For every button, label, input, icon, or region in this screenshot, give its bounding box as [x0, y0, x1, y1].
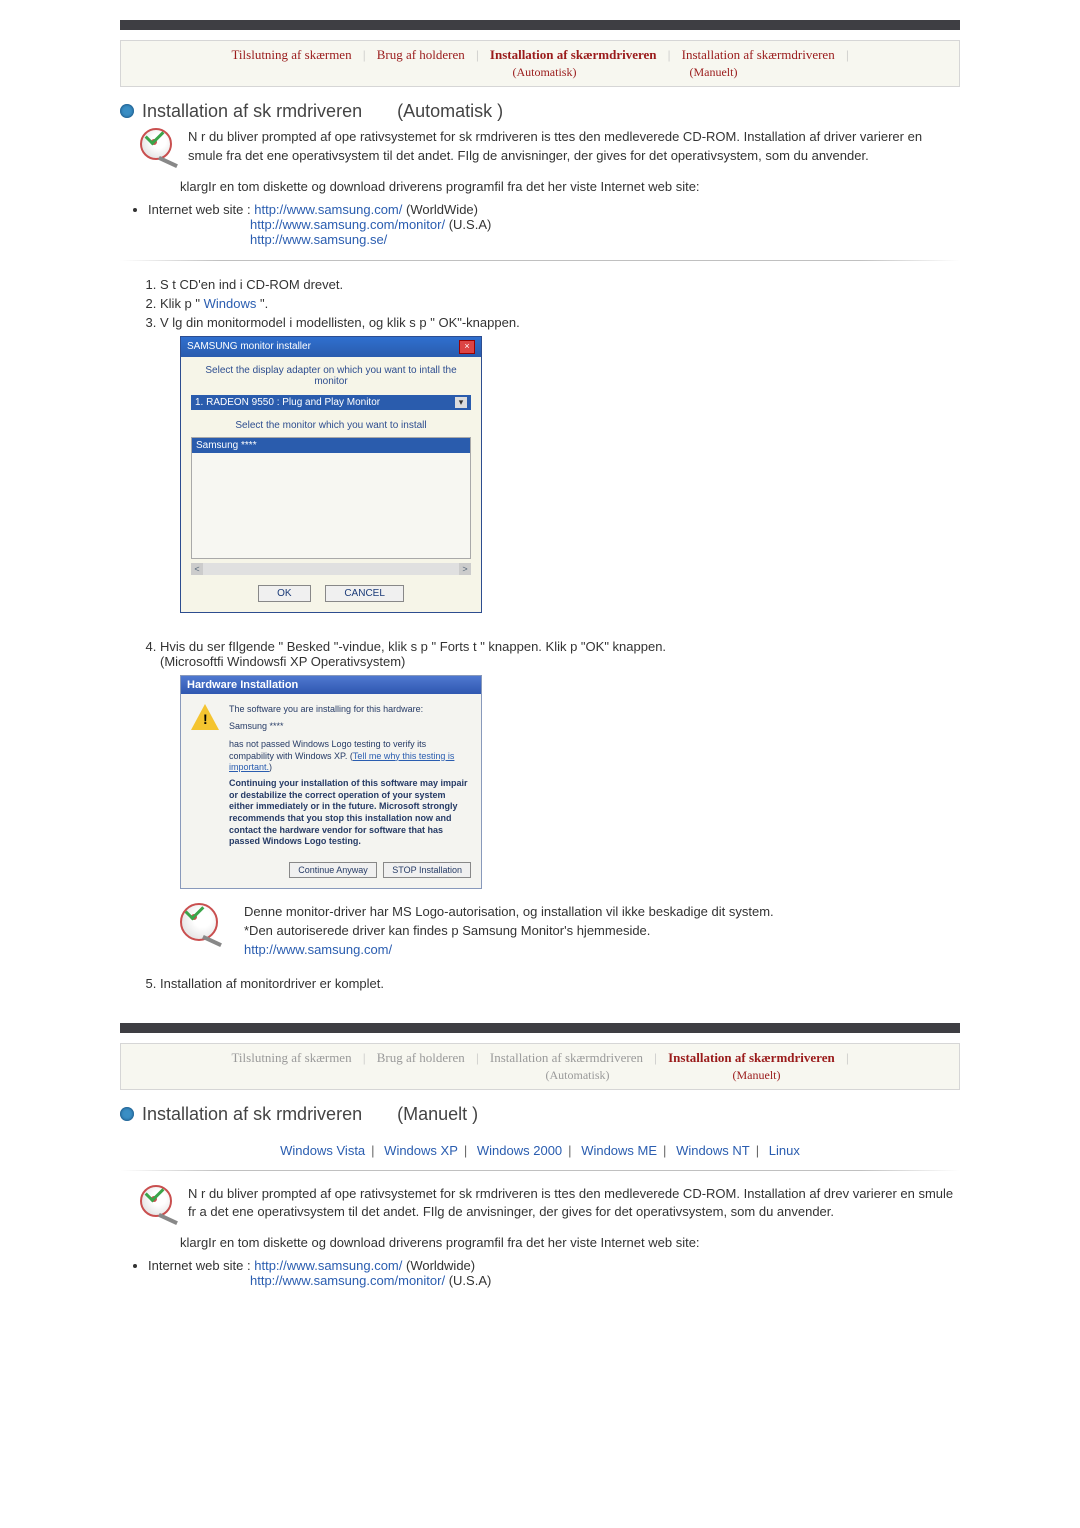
link-samsung-monitor-usa-2[interactable]: http://www.samsung.com/monitor/ — [250, 1273, 445, 1288]
install-steps: S t CD'en ind i CD-ROM drevet. Klik p " … — [160, 275, 960, 332]
section-bullet-icon — [120, 1107, 134, 1121]
link-samsung-monitor-usa[interactable]: http://www.samsung.com/monitor/ — [250, 217, 445, 232]
link-samsung-com[interactable]: http://www.samsung.com/ — [244, 942, 392, 957]
tab-tilslutning[interactable]: Tilslutning af skærmen — [227, 47, 355, 62]
intro-paragraph-2: klargIr en tom diskette og download driv… — [180, 178, 960, 197]
tab-bar-bottom: Tilslutning af skærmen | Brug af holdere… — [120, 1043, 960, 1090]
stop-installation-button[interactable]: STOP Installation — [383, 862, 471, 878]
internet-links-list: Internet web site : http://www.samsung.c… — [148, 201, 960, 248]
continue-anyway-button[interactable]: Continue Anyway — [289, 862, 377, 878]
step-2: Klik p " Windows ". — [160, 294, 960, 313]
cd-install-icon — [140, 1185, 176, 1221]
link-windows-nt[interactable]: Windows NT — [676, 1143, 750, 1158]
installer-label-adapter: Select the display adapter on which you … — [181, 357, 481, 395]
warning-text: The software you are installing for this… — [229, 704, 471, 849]
install-steps-cont2: Installation af monitordriver er komplet… — [160, 974, 960, 993]
installer-label-monitor: Select the monitor which you want to ins… — [181, 414, 481, 437]
intro-paragraph-1: N r du bliver prompted af ope rativsyste… — [188, 128, 960, 166]
install-steps-cont: Hvis du ser fIlgende " Besked "-vindue, … — [160, 637, 960, 671]
section2-title-paren: (Manuelt ) — [397, 1104, 478, 1124]
top-dark-bar-2 — [120, 1023, 960, 1033]
section-title-paren: (Automatisk ) — [397, 101, 503, 121]
installer-adapter-dropdown[interactable]: 1. RADEON 9550 : Plug and Play Monitor ▾ — [191, 395, 471, 410]
link-samsung-worldwide-2[interactable]: http://www.samsung.com/ — [254, 1258, 402, 1273]
section-title-text: Installation af sk rmdriveren — [142, 101, 362, 121]
document-page: Tilslutning af skærmen | Brug af holdere… — [60, 0, 1020, 1329]
step-4: Hvis du ser fIlgende " Besked "-vindue, … — [160, 637, 960, 671]
scroll-left-icon[interactable]: < — [191, 563, 203, 575]
link-samsung-worldwide[interactable]: http://www.samsung.com/ — [254, 202, 402, 217]
step-3: V lg din monitormodel i modellisten, og … — [160, 313, 960, 332]
link-samsung-se[interactable]: http://www.samsung.se/ — [250, 232, 387, 247]
link-linux[interactable]: Linux — [769, 1143, 800, 1158]
link-windows-2000[interactable]: Windows 2000 — [477, 1143, 562, 1158]
section-automatisk-heading: Installation af sk rmdriveren (Automatis… — [120, 101, 960, 122]
step-1: S t CD'en ind i CD-ROM drevet. — [160, 275, 960, 294]
close-icon[interactable]: × — [459, 340, 475, 354]
warning-titlebar: Hardware Installation — [181, 676, 481, 694]
installer-titlebar: SAMSUNG monitor installer × — [181, 337, 481, 357]
tab-bar-top: Tilslutning af skærmen | Brug af holdere… — [120, 40, 960, 87]
section2-paragraph-2: klargIr en tom diskette og download driv… — [180, 1234, 960, 1253]
samsung-installer-window: SAMSUNG monitor installer × Select the d… — [180, 336, 482, 613]
scroll-right-icon[interactable]: > — [459, 563, 471, 575]
internet-links-list-2: Internet web site : http://www.samsung.c… — [148, 1257, 960, 1289]
link-windows[interactable]: Windows — [204, 296, 257, 311]
section-bullet-icon — [120, 104, 134, 118]
link-windows-me[interactable]: Windows ME — [581, 1143, 657, 1158]
tab-installation-manuelt[interactable]: Installation af skærmdriveren — [678, 47, 842, 62]
links-label: Internet web site : — [148, 202, 251, 217]
tab-brug-af-holderen-2[interactable]: Brug af holderen — [373, 1050, 469, 1065]
tab-installation-automatisk-2[interactable]: Installation af skærmdriveren — [486, 1050, 647, 1065]
ok-button[interactable]: OK — [258, 585, 310, 602]
hardware-installation-warning-dialog: Hardware Installation ! The software you… — [180, 675, 482, 890]
section2-paragraph-1: N r du bliver prompted af ope rativsyste… — [188, 1185, 960, 1223]
cd-install-icon — [180, 903, 220, 943]
installer-list-item-selected[interactable]: Samsung **** — [192, 438, 470, 453]
step-5: Installation af monitordriver er komplet… — [160, 974, 960, 993]
os-links-row: Windows Vista| Windows XP| Windows 2000|… — [120, 1143, 960, 1158]
link-windows-vista[interactable]: Windows Vista — [280, 1143, 365, 1158]
logo-authorisation-note: Denne monitor-driver har MS Logo-autoris… — [180, 903, 960, 960]
divider — [120, 260, 960, 261]
installer-monitor-list[interactable]: Samsung **** — [191, 437, 471, 559]
link-windows-xp[interactable]: Windows XP — [384, 1143, 458, 1158]
installer-horizontal-scrollbar[interactable]: < > — [191, 563, 471, 575]
tab-installation-manuelt-2[interactable]: Installation af skærmdriveren — [664, 1050, 839, 1065]
cd-install-icon — [140, 128, 176, 164]
section2-title-text: Installation af sk rmdriveren — [142, 1104, 362, 1124]
divider — [120, 1170, 960, 1171]
cancel-button[interactable]: CANCEL — [325, 585, 404, 602]
tab-tilslutning-2[interactable]: Tilslutning af skærmen — [227, 1050, 355, 1065]
chevron-down-icon: ▾ — [455, 397, 467, 408]
tab-installation-automatisk[interactable]: Installation af skærmdriveren — [486, 47, 664, 62]
section-manuelt-heading: Installation af sk rmdriveren (Manuelt ) — [120, 1104, 960, 1125]
links-label-2: Internet web site : — [148, 1258, 251, 1273]
warning-triangle-icon: ! — [191, 704, 219, 730]
tab-brug-af-holderen[interactable]: Brug af holderen — [373, 47, 469, 62]
top-dark-bar — [120, 20, 960, 30]
